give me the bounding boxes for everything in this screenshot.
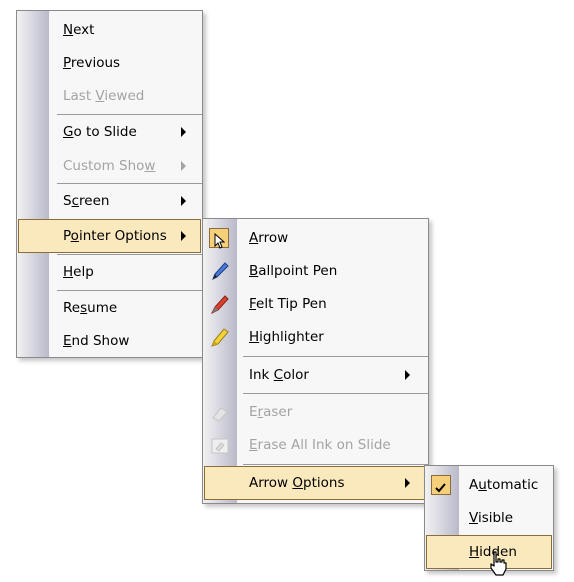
menu-item-felt-tip-pen-label: Felt Tip Pen — [249, 296, 327, 312]
menu-item-automatic[interactable]: Automatic — [425, 468, 553, 502]
menu-item-screen-label: Screen — [63, 193, 110, 209]
menu-item-previous[interactable]: Previous — [17, 46, 202, 80]
arrow-cursor-icon — [209, 228, 229, 249]
menu-item-ballpoint-pen[interactable]: Ballpoint Pen — [203, 254, 428, 288]
submenu-arrow-icon — [181, 161, 186, 171]
submenu-arrow-icon — [181, 127, 186, 137]
submenu-arrow-icon — [181, 196, 186, 206]
menu-item-end-show[interactable]: End Show — [17, 324, 202, 358]
menu-item-screen[interactable]: Screen — [17, 184, 202, 218]
menu-item-arrow[interactable]: Arrow — [203, 221, 428, 255]
menu-item-erase-all-ink-label: Erase All Ink on Slide — [249, 437, 391, 453]
menu-item-felt-tip-pen[interactable]: Felt Tip Pen — [203, 287, 428, 321]
menu-item-next[interactable]: Next — [17, 13, 202, 47]
menu-item-erase-all-ink: Erase All Ink on Slide — [203, 428, 428, 462]
menu-item-ballpoint-pen-label: Ballpoint Pen — [249, 263, 338, 279]
menu-item-arrow-options[interactable]: Arrow Options — [204, 466, 427, 500]
menu-separator — [243, 464, 428, 465]
menu-item-ink-color[interactable]: Ink Color — [203, 358, 428, 392]
menu-item-ink-color-label: Ink Color — [249, 367, 309, 383]
menu-item-eraser: Eraser — [203, 395, 428, 429]
checkmark-icon — [431, 475, 451, 495]
menu-item-pointer-options[interactable]: Pointer Options — [18, 219, 201, 253]
menu-item-help-label: Help — [63, 264, 94, 280]
menu-item-pointer-options-label: Pointer Options — [63, 228, 167, 244]
menu-item-automatic-label: Automatic — [469, 477, 539, 493]
submenu-arrow-icon — [181, 231, 186, 241]
menu-item-visible[interactable]: Visible — [425, 501, 553, 535]
submenu-arrow-icon — [405, 370, 410, 380]
submenu-arrow-icon — [405, 478, 410, 488]
menu-item-custom-show-label: Custom Show — [63, 158, 156, 174]
mouse-pointer-icon — [486, 550, 512, 578]
menu-item-arrow-label: Arrow — [249, 230, 289, 246]
slideshow-context-menu: Next Previous Last Viewed Go to Slide Cu… — [16, 10, 203, 358]
menu-item-resume-label: Resume — [63, 300, 118, 316]
menu-item-highlighter-label: Highlighter — [249, 329, 324, 345]
menu-item-highlighter[interactable]: Highlighter — [203, 320, 428, 354]
menu-item-custom-show: Custom Show — [17, 149, 202, 183]
menu-separator — [243, 356, 428, 357]
menu-item-end-show-label: End Show — [63, 333, 130, 349]
erase-all-ink-icon — [210, 435, 230, 469]
menu-item-previous-label: Previous — [63, 55, 121, 71]
menu-item-last-viewed-label: Last Viewed — [63, 88, 145, 104]
menu-item-eraser-label: Eraser — [249, 404, 293, 420]
menu-item-arrow-options-label: Arrow Options — [249, 475, 345, 491]
menu-item-help[interactable]: Help — [17, 255, 202, 289]
highlighter-icon — [209, 326, 231, 361]
menu-item-visible-label: Visible — [469, 510, 514, 526]
menu-separator — [243, 393, 428, 394]
menu-item-resume[interactable]: Resume — [17, 291, 202, 325]
pointer-options-submenu: Arrow Ballpoint Pen Felt Tip Pen Highlig… — [202, 218, 429, 504]
menu-item-last-viewed: Last Viewed — [17, 79, 202, 113]
menu-item-next-label: Next — [63, 22, 95, 38]
menu-item-go-to-slide[interactable]: Go to Slide — [17, 115, 202, 149]
menu-item-go-to-slide-label: Go to Slide — [63, 124, 137, 140]
